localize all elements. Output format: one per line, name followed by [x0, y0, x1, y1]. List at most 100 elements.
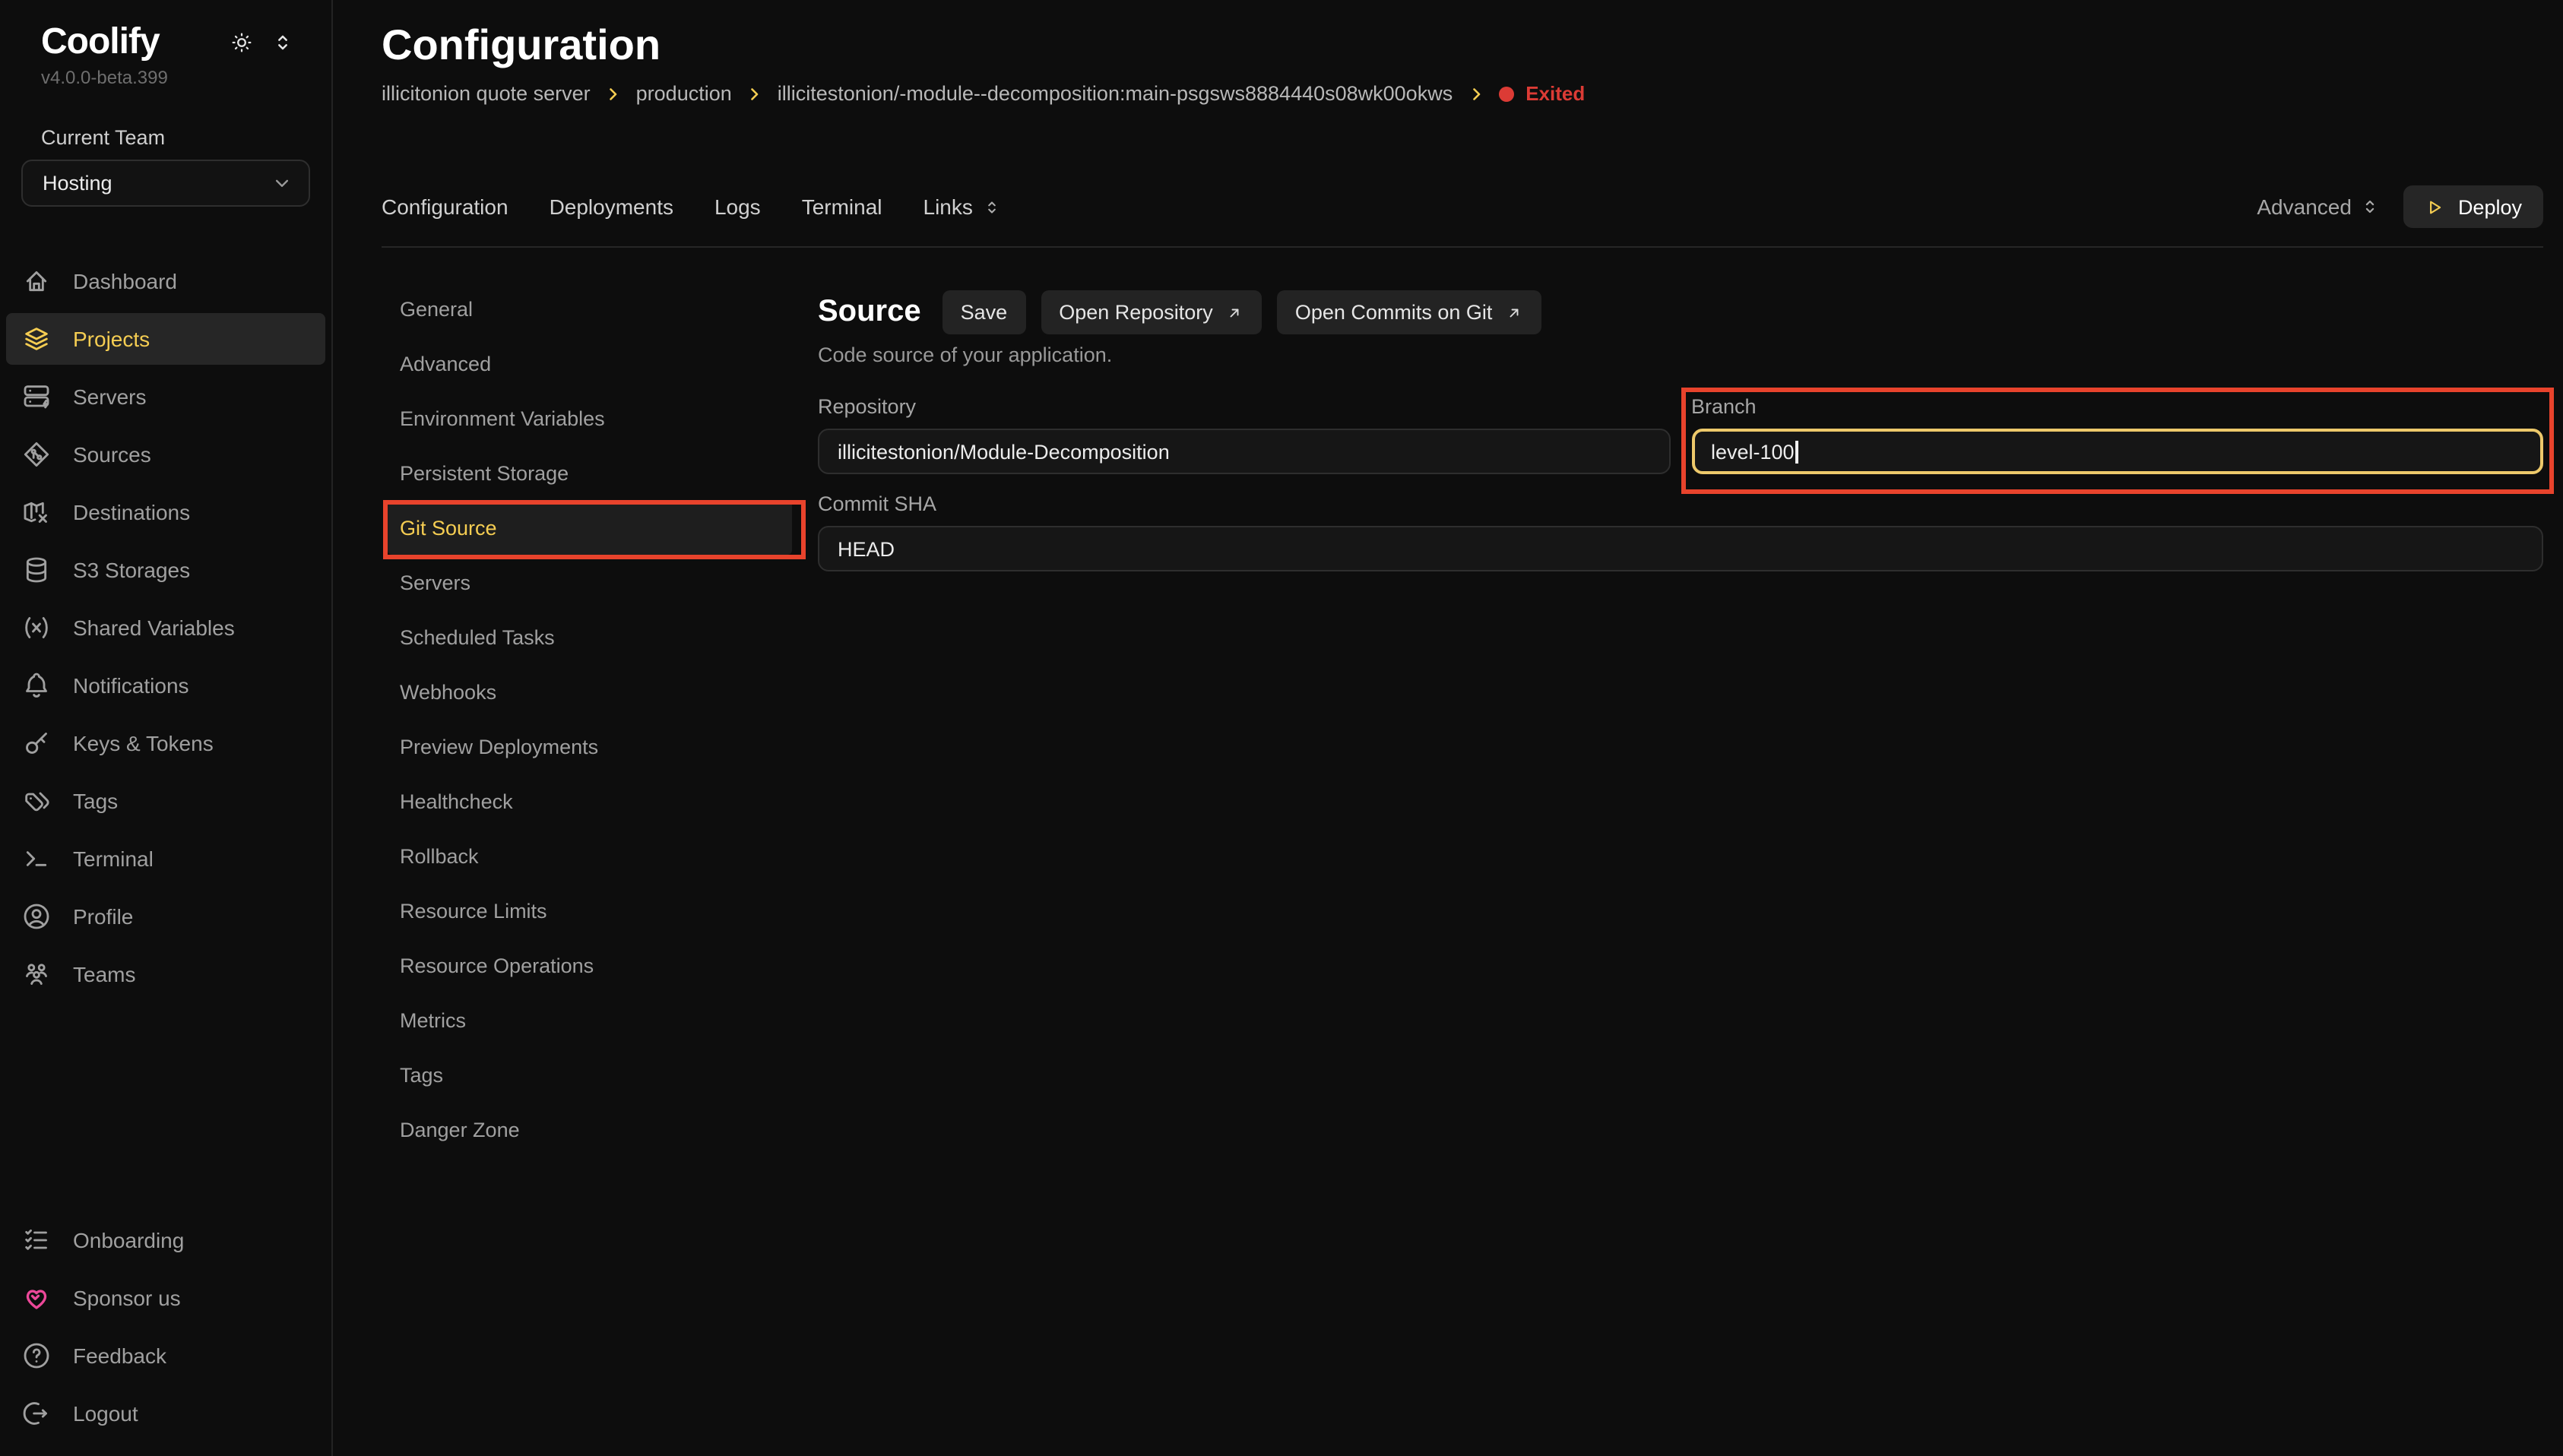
checklist-icon — [21, 1225, 52, 1255]
subnav-item-rollback[interactable]: Rollback — [388, 828, 792, 883]
sidebar-item-dashboard[interactable]: Dashboard — [6, 255, 325, 307]
main-area: Configuration illicitonion quote server p… — [333, 0, 2563, 1456]
subnav-item-servers[interactable]: Servers — [388, 555, 792, 609]
sidebar-nav: Dashboard Projects Servers Sources Destinati… — [0, 252, 331, 1003]
theme-toggle-icon[interactable] — [230, 30, 254, 55]
page-title: Configuration — [382, 21, 2543, 70]
sidebar-item-servers[interactable]: Servers — [6, 371, 325, 423]
tab-links[interactable]: Links — [924, 195, 1002, 219]
sidebar-item-terminal[interactable]: Terminal — [6, 833, 325, 885]
subnav-item-preview-deployments[interactable]: Preview Deployments — [388, 719, 792, 774]
subnav-item-general[interactable]: General — [388, 281, 792, 336]
tab-label: Links — [924, 195, 973, 219]
breadcrumb: illicitonion quote server production illic… — [382, 81, 2543, 108]
tab-deployments[interactable]: Deployments — [550, 195, 673, 219]
tab-terminal[interactable]: Terminal — [802, 195, 882, 219]
sidebar-item-label: Notifications — [73, 673, 189, 698]
source-title: Source — [818, 295, 921, 330]
open-commits-button[interactable]: Open Commits on Git — [1277, 290, 1541, 334]
sidebar-item-s3-storages[interactable]: S3 Storages — [6, 544, 325, 596]
chevron-updown-icon — [2359, 196, 2381, 217]
status-label: Exited — [1525, 81, 1585, 108]
sidebar-item-label: Sources — [73, 442, 151, 467]
sidebar-item-shared-variables[interactable]: Shared Variables — [6, 602, 325, 654]
subnav-item-healthcheck[interactable]: Healthcheck — [388, 774, 792, 828]
sidebar-item-label: Terminal — [73, 847, 154, 871]
sidebar-item-keys-tokens[interactable]: Keys & Tokens — [6, 717, 325, 769]
sidebar-item-profile[interactable]: Profile — [6, 891, 325, 942]
sidebar-item-label: Servers — [73, 385, 146, 409]
tab-label: Terminal — [802, 195, 882, 219]
git-icon — [21, 439, 52, 470]
branch-input[interactable]: level-100 — [1691, 429, 2543, 474]
user-circle-icon — [21, 901, 52, 932]
sidebar-item-label: Keys & Tokens — [73, 731, 214, 755]
open-commits-label: Open Commits on Git — [1295, 301, 1493, 324]
sidebar-item-destinations[interactable]: Destinations — [6, 486, 325, 538]
sidebar-item-onboarding[interactable]: Onboarding — [6, 1214, 325, 1266]
subnav-item-danger-zone[interactable]: Danger Zone — [388, 1102, 792, 1157]
commit-sha-label: Commit SHA — [818, 492, 2543, 517]
tabs-row: Configuration Deployments Logs Terminal Link… — [382, 184, 2543, 229]
external-link-icon — [1504, 303, 1522, 321]
status-dot — [1498, 87, 1513, 102]
subnav-item-git-source[interactable]: Git Source — [388, 500, 792, 555]
tab-configuration[interactable]: Configuration — [382, 195, 508, 219]
breadcrumb-separator-icon — [746, 85, 764, 103]
breadcrumb-item[interactable]: illicitestonion/-module--decomposition:m… — [778, 81, 1453, 108]
sidebar-item-label: Destinations — [73, 500, 190, 524]
tags-icon — [21, 786, 52, 816]
users-icon — [21, 959, 52, 989]
chevron-down-icon — [271, 172, 293, 195]
subnav-item-metrics[interactable]: Metrics — [388, 992, 792, 1047]
subnav-item-environment-variables[interactable]: Environment Variables — [388, 391, 792, 445]
key-icon — [21, 728, 52, 758]
sidebar-item-feedback[interactable]: Feedback — [6, 1330, 325, 1382]
parens-x-icon — [21, 612, 52, 643]
tab-logs[interactable]: Logs — [714, 195, 761, 219]
branch-label: Branch — [1691, 395, 2543, 419]
sidebar-item-sponsor-us[interactable]: Sponsor us — [6, 1272, 325, 1324]
heart-icon — [21, 1283, 52, 1313]
subnav-item-advanced[interactable]: Advanced — [388, 336, 792, 391]
server-icon — [21, 381, 52, 412]
sidebar-item-notifications[interactable]: Notifications — [6, 660, 325, 711]
subnav-item-persistent-storage[interactable]: Persistent Storage — [388, 445, 792, 500]
advanced-label: Advanced — [2257, 195, 2352, 219]
open-repository-button[interactable]: Open Repository — [1041, 290, 1262, 334]
stack-icon — [21, 324, 52, 354]
sidebar-item-label: Projects — [73, 327, 150, 351]
save-button[interactable]: Save — [943, 290, 1026, 334]
current-team-label: Current Team — [0, 125, 331, 150]
help-icon — [21, 1340, 52, 1371]
tab-label: Configuration — [382, 195, 508, 219]
sidebar-switcher-icon[interactable] — [271, 30, 295, 55]
advanced-menu[interactable]: Advanced — [2257, 195, 2381, 219]
repository-label: Repository — [818, 395, 1670, 419]
sidebar-item-projects[interactable]: Projects — [6, 313, 325, 365]
subnav-item-webhooks[interactable]: Webhooks — [388, 664, 792, 719]
commit-sha-input[interactable]: HEAD — [818, 526, 2543, 571]
sidebar-item-logout[interactable]: Logout — [6, 1388, 325, 1439]
subnav-item-resource-operations[interactable]: Resource Operations — [388, 938, 792, 992]
bell-icon — [21, 670, 52, 701]
breadcrumb-item[interactable]: illicitonion quote server — [382, 81, 591, 108]
subnav-item-resource-limits[interactable]: Resource Limits — [388, 883, 792, 938]
sidebar-item-tags[interactable]: Tags — [6, 775, 325, 827]
repository-input[interactable]: illicitestonion/Module-Decomposition — [818, 429, 1670, 474]
commit-sha-value: HEAD — [838, 537, 895, 560]
sidebar-item-label: Tags — [73, 789, 118, 813]
sidebar-item-sources[interactable]: Sources — [6, 429, 325, 480]
subnav-item-scheduled-tasks[interactable]: Scheduled Tasks — [388, 609, 792, 664]
field-grid: Repository illicitestonion/Module-Decomp… — [818, 395, 2543, 571]
app-version: v4.0.0-beta.399 — [0, 64, 331, 88]
breadcrumb-separator-icon — [604, 85, 623, 103]
sidebar-item-teams[interactable]: Teams — [6, 948, 325, 1000]
sidebar-item-label: Teams — [73, 962, 135, 986]
map-icon — [21, 497, 52, 527]
subnav-item-tags[interactable]: Tags — [388, 1047, 792, 1102]
deploy-button[interactable]: Deploy — [2403, 185, 2543, 228]
breadcrumb-item[interactable]: production — [636, 81, 732, 108]
status-badge: Exited — [1498, 81, 1585, 108]
team-select[interactable]: Hosting — [21, 160, 310, 207]
